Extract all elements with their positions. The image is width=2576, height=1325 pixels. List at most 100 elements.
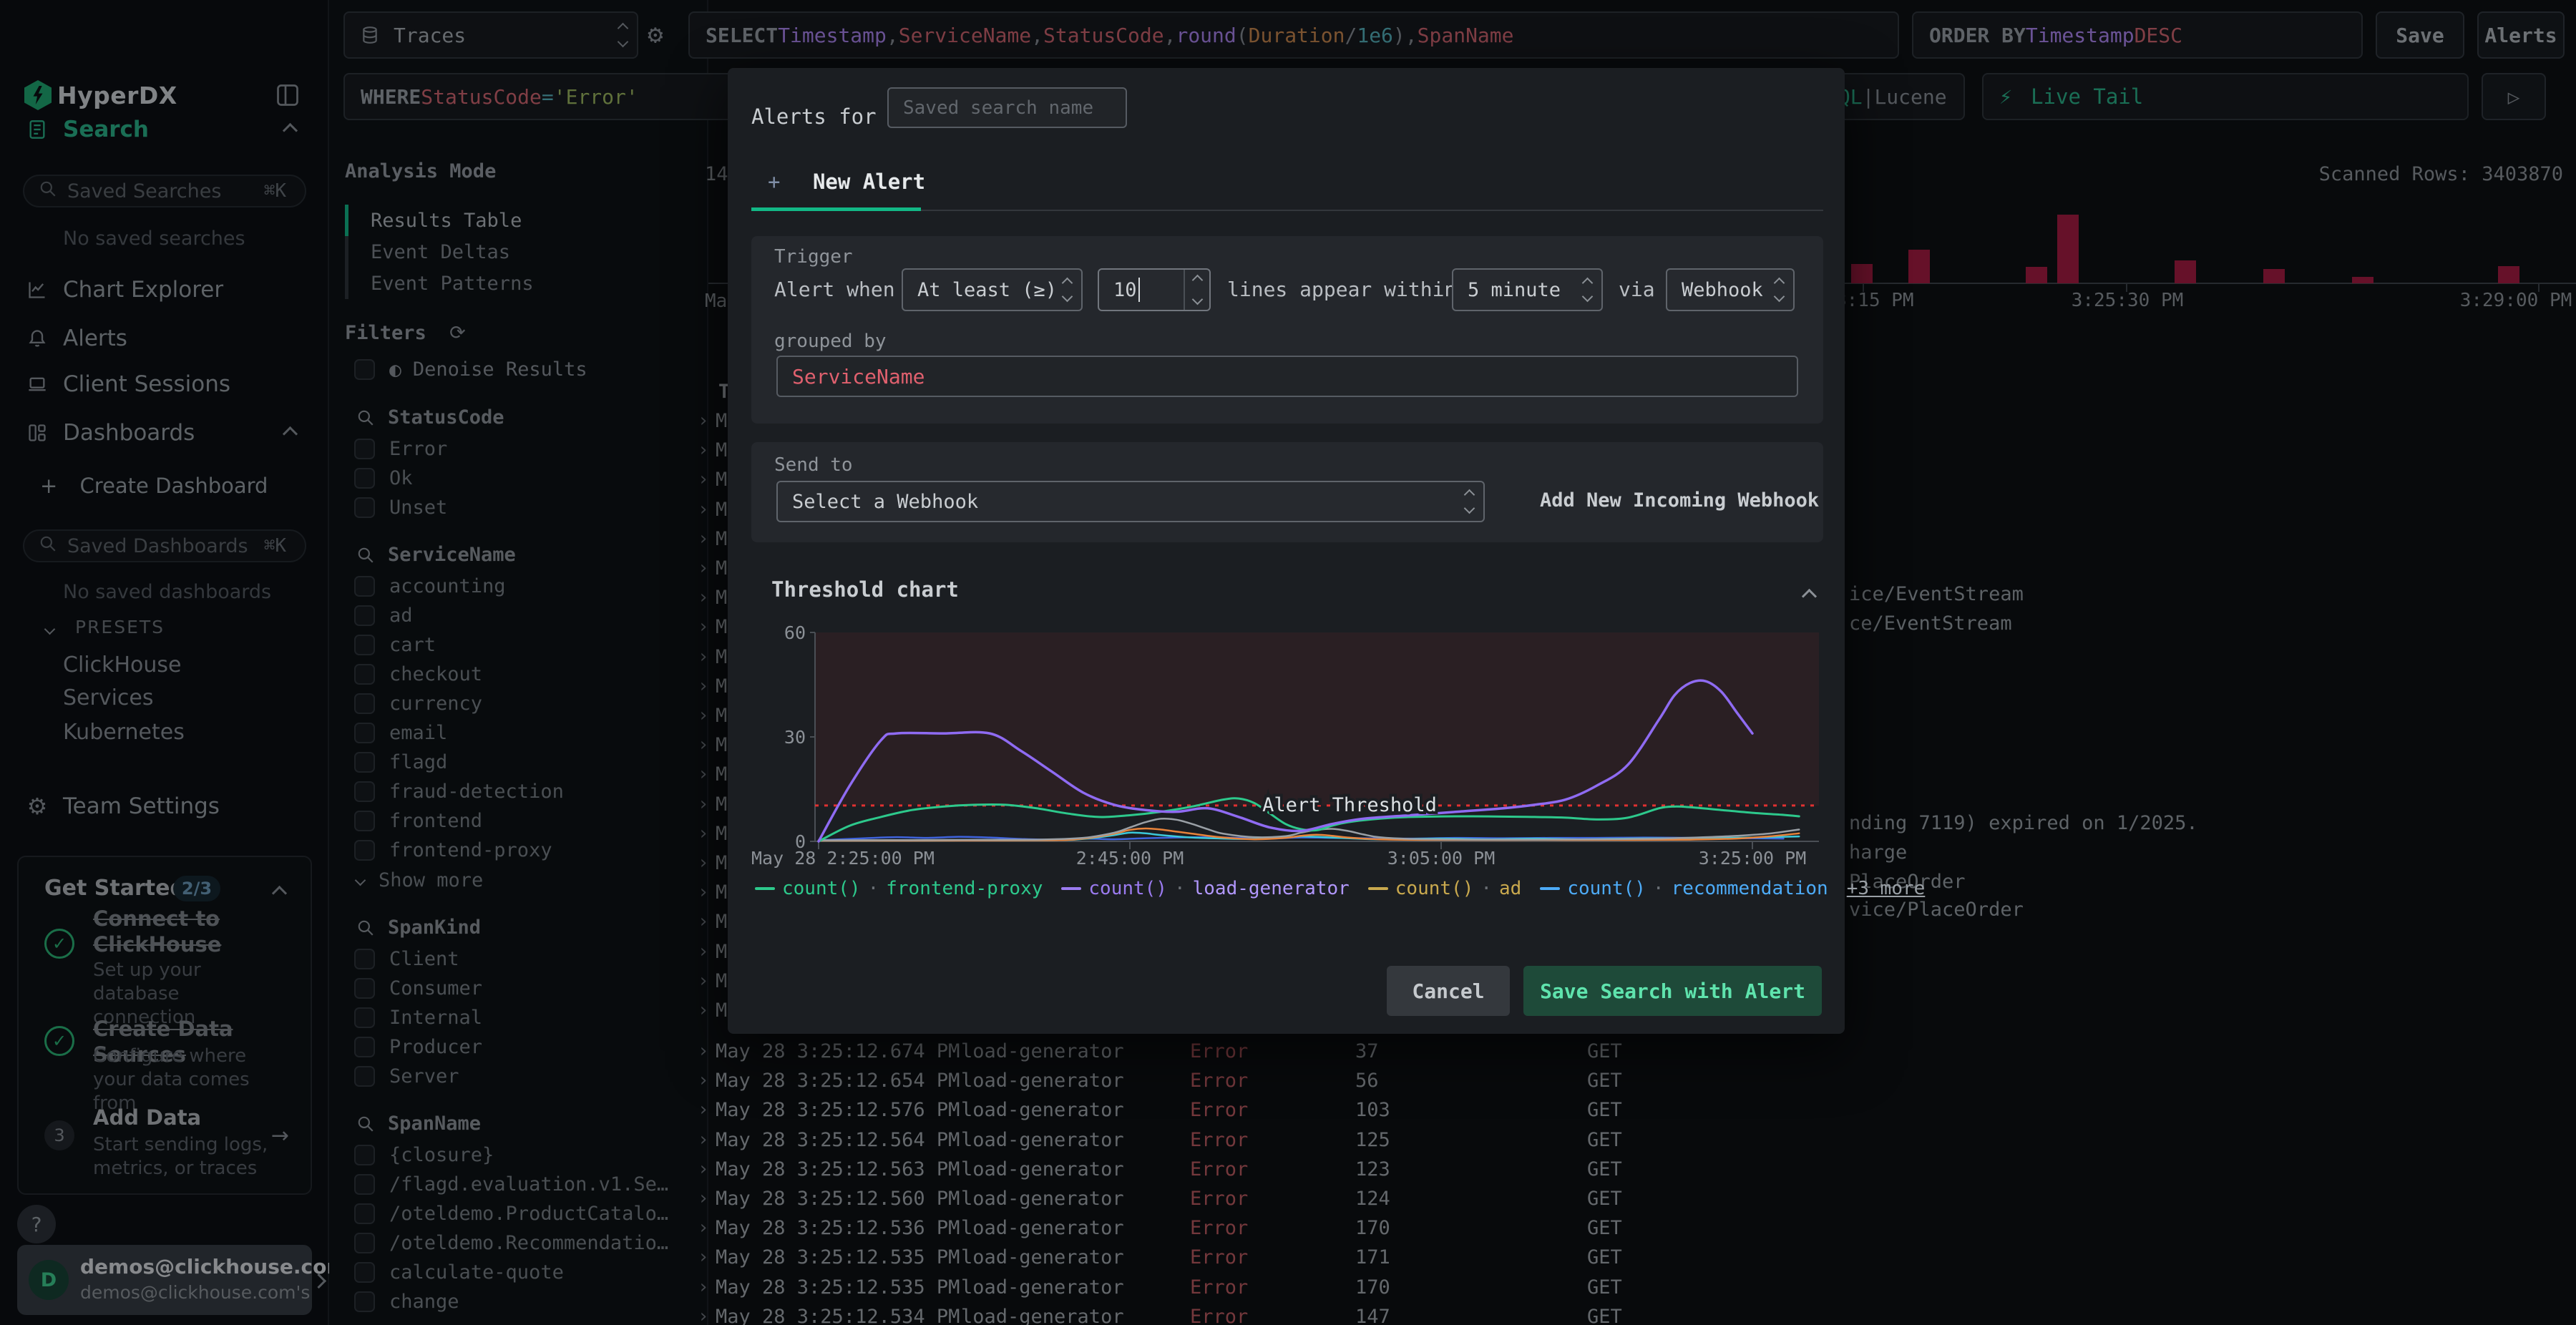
legend-more-button[interactable]: +3 more — [1847, 878, 1926, 899]
filter-option-accounting[interactable]: accounting — [329, 572, 708, 601]
checkbox[interactable] — [354, 1066, 375, 1087]
filter-option-calculate-quote[interactable]: calculate-quote — [329, 1258, 708, 1287]
checkbox[interactable] — [354, 439, 375, 459]
filter-option-Internal[interactable]: Internal — [329, 1003, 708, 1032]
filter-option-frontend[interactable]: frontend — [329, 806, 708, 836]
chevron-up-icon[interactable] — [1801, 585, 1818, 607]
get-started-item-title[interactable]: Connect to ClickHouse — [93, 906, 279, 957]
help-button[interactable]: ? — [17, 1205, 56, 1243]
filter-option-Server[interactable]: Server — [329, 1062, 708, 1091]
webhook-select[interactable]: Select a Webhook — [776, 481, 1485, 522]
sidebar-item-client-sessions[interactable]: Client Sessions — [0, 368, 329, 401]
add-webhook-button[interactable]: Add New Incoming Webhook — [1540, 489, 1819, 512]
checkbox[interactable] — [354, 811, 375, 831]
checkbox[interactable] — [354, 1037, 375, 1057]
sidebar-item-search[interactable]: Search — [0, 113, 329, 146]
filter-option-frontend-proxy[interactable]: frontend-proxy — [329, 836, 708, 865]
live-tail-button[interactable]: ⚡ Live Tail — [1982, 73, 2469, 120]
table-row[interactable]: › May 28 3:25:12.560 PM load-generator Erro… — [687, 1184, 2576, 1213]
checkbox[interactable] — [354, 1203, 375, 1224]
grouped-by-input[interactable]: ServiceName — [776, 356, 1798, 397]
filter-option-flagd[interactable]: flagd — [329, 748, 708, 777]
checkbox[interactable] — [354, 635, 375, 655]
filter-option-Consumer[interactable]: Consumer — [329, 974, 708, 1003]
table-row[interactable]: › May 28 3:25:12.576 PM load-generator Erro… — [687, 1095, 2576, 1125]
checkbox[interactable] — [354, 1262, 375, 1283]
checkbox[interactable] — [354, 840, 375, 861]
select-query-input[interactable]: SELECT Timestamp, ServiceName, StatusCode,… — [688, 11, 1899, 59]
checkbox[interactable] — [354, 468, 375, 489]
time-window-select[interactable]: 5 minute — [1452, 268, 1603, 311]
sidebar-collapse-icon[interactable] — [275, 82, 301, 114]
create-dashboard-button[interactable]: + Create Dashboard — [40, 474, 268, 498]
save-button[interactable]: Save — [2376, 11, 2464, 59]
checkbox[interactable] — [354, 664, 375, 685]
gear-icon[interactable]: ⚙ — [648, 20, 663, 49]
legend-item-load-generator[interactable]: count() · load-generator — [1061, 878, 1350, 899]
alerts-button[interactable]: Alerts — [2477, 11, 2565, 59]
filter-option-Ok[interactable]: Ok — [329, 464, 708, 493]
filter-option-Producer[interactable]: Producer — [329, 1032, 708, 1062]
checkbox[interactable] — [354, 723, 375, 743]
table-row[interactable]: › May 28 3:25:12.564 PM load-generator Erro… — [687, 1125, 2576, 1155]
saved-searches-input[interactable]: Saved Searches ⌘K — [23, 175, 306, 207]
analysis-mode-results-table[interactable]: Results Table — [345, 205, 688, 236]
filter-option-Client[interactable]: Client — [329, 944, 708, 974]
checkbox[interactable] — [354, 693, 375, 714]
checkbox[interactable] — [354, 1007, 375, 1028]
play-button[interactable]: ▷ — [2482, 73, 2546, 120]
checkbox[interactable] — [354, 605, 375, 626]
saved-search-name-input[interactable]: Saved search name — [887, 87, 1127, 128]
table-row[interactable]: › May 28 3:25:12.534 PM load-generator Erro… — [687, 1302, 2576, 1325]
legend-item-ad[interactable]: count() · ad — [1367, 878, 1521, 899]
tab-new-alert[interactable]: + New Alert — [768, 170, 925, 194]
channel-select[interactable]: Webhook — [1666, 268, 1795, 311]
checkbox[interactable] — [354, 1233, 375, 1253]
checkbox[interactable] — [354, 359, 375, 380]
sidebar-item-dashboards[interactable]: Dashboards — [0, 416, 329, 449]
refresh-icon[interactable]: ⟳ — [449, 322, 466, 344]
threshold-count-input[interactable]: 10 — [1098, 268, 1211, 311]
table-row[interactable]: › May 28 3:25:12.535 PM load-generator Erro… — [687, 1243, 2576, 1272]
preset-kubernetes[interactable]: Kubernetes — [63, 720, 185, 745]
cancel-button[interactable]: Cancel — [1387, 966, 1510, 1016]
filter-option-/oteldemo.ProductCatalo…[interactable]: /oteldemo.ProductCatalo… — [329, 1199, 708, 1228]
checkbox[interactable] — [354, 497, 375, 518]
filter-option-cart[interactable]: cart — [329, 630, 708, 660]
analysis-mode-event-deltas[interactable]: Event Deltas — [345, 236, 688, 268]
filter-option-fraud-detection[interactable]: fraud-detection — [329, 777, 708, 806]
table-row[interactable]: › May 28 3:25:12.674 PM load-generator Erro… — [687, 1037, 2576, 1066]
filter-option-currency[interactable]: currency — [329, 689, 708, 718]
save-search-with-alert-button[interactable]: Save Search with Alert — [1523, 966, 1822, 1016]
table-row[interactable]: › May 28 3:25:12.654 PM load-generator Erro… — [687, 1066, 2576, 1095]
number-spinner[interactable] — [1184, 270, 1209, 310]
chevron-up-icon[interactable] — [271, 881, 288, 904]
table-row[interactable]: › May 28 3:25:12.563 PM load-generator Erro… — [687, 1155, 2576, 1184]
filter-option-email[interactable]: email — [329, 718, 708, 748]
get-started-item-title[interactable]: Add Data — [93, 1105, 279, 1130]
presets-toggle[interactable]: PRESETS — [44, 617, 165, 637]
table-row[interactable]: › May 28 3:25:12.535 PM load-generator Erro… — [687, 1273, 2576, 1302]
checkbox[interactable] — [354, 949, 375, 969]
checkbox[interactable] — [354, 1291, 375, 1312]
checkbox[interactable] — [354, 978, 375, 999]
filter-option-change[interactable]: change — [329, 1287, 708, 1316]
checkbox[interactable] — [354, 752, 375, 773]
filter-option-Error[interactable]: Error — [329, 434, 708, 464]
filter-option-{closure}[interactable]: {closure} — [329, 1140, 708, 1170]
order-by-input[interactable]: ORDER BY Timestamp DESC — [1912, 11, 2363, 59]
checkbox[interactable] — [354, 1145, 375, 1165]
filter-option-ad[interactable]: ad — [329, 601, 708, 630]
checkbox[interactable] — [354, 781, 375, 802]
sidebar-item-team-settings[interactable]: ⚙ Team Settings — [0, 790, 329, 823]
preset-services[interactable]: Services — [63, 685, 154, 710]
table-row[interactable]: › May 28 3:25:12.536 PM load-generator Erro… — [687, 1213, 2576, 1243]
condition-select[interactable]: At least (≥) — [902, 268, 1083, 311]
checkbox[interactable] — [354, 576, 375, 597]
filter-option-Unset[interactable]: Unset — [329, 493, 708, 522]
sidebar-item-chart-explorer[interactable]: Chart Explorer — [0, 273, 329, 306]
source-select[interactable]: Traces — [343, 11, 638, 59]
analysis-mode-event-patterns[interactable]: Event Patterns — [345, 268, 688, 299]
filter-option-/oteldemo.Recommendatio…[interactable]: /oteldemo.Recommendatio… — [329, 1228, 708, 1258]
legend-item-frontend-proxy[interactable]: count() · frontend-proxy — [755, 878, 1043, 899]
